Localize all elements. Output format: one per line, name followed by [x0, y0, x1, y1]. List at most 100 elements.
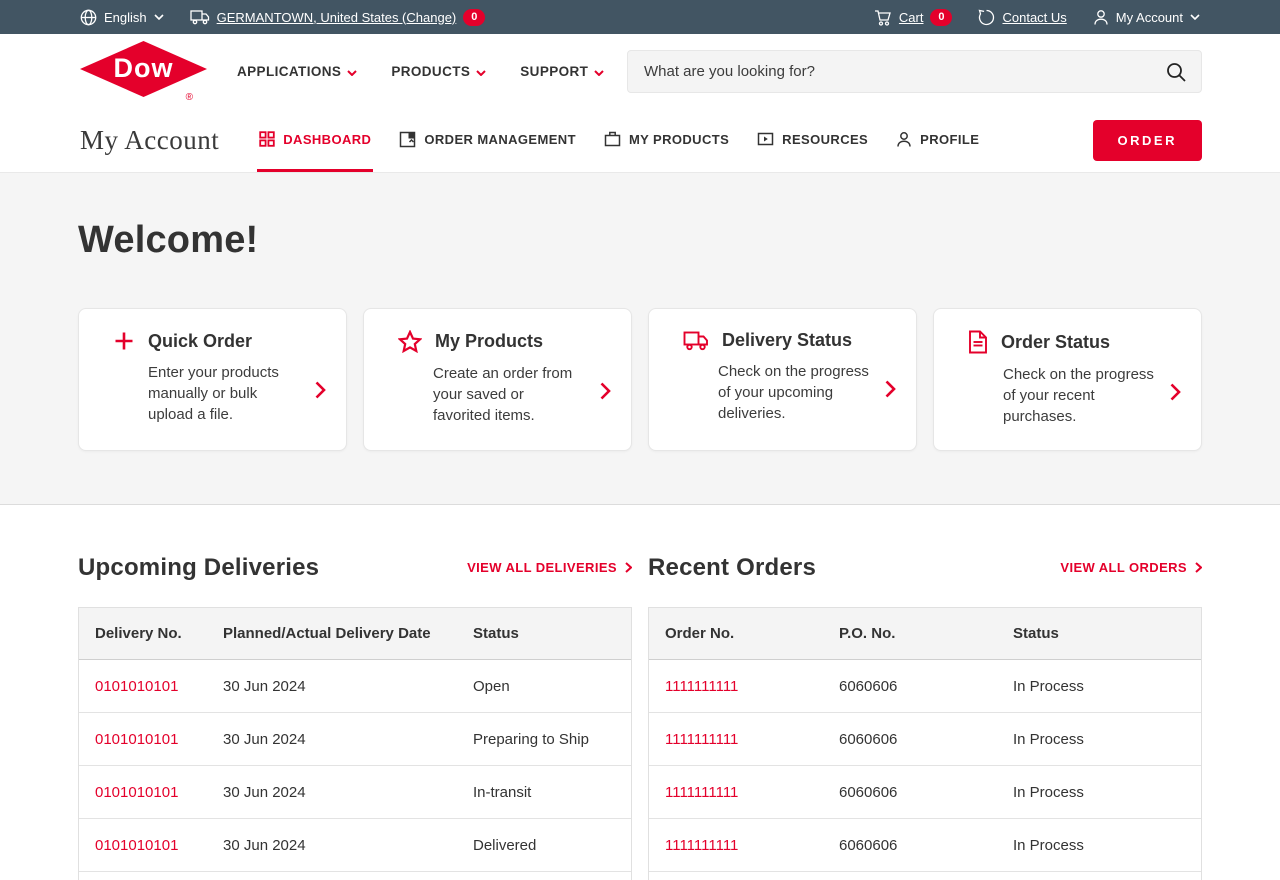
card-title: Delivery Status [722, 330, 852, 351]
tab-order-management[interactable]: ORDER MANAGEMENT [397, 109, 578, 172]
table-row: 0101010101 30 Jun 2024 Delivered [79, 819, 631, 872]
status-value: In Process [997, 784, 1201, 801]
status-value: In Process [997, 837, 1201, 854]
tab-my-products[interactable]: MY PRODUCTS [602, 109, 731, 172]
search-icon[interactable] [1165, 61, 1187, 83]
account-nav: My Account DASHBOARD ORDER MANAGEMENT [0, 109, 1280, 173]
view-all-deliveries-link[interactable]: VIEW ALL DELIVERIES [467, 560, 632, 575]
table-row: 1111111111 6060606 In Process [649, 660, 1201, 713]
card-description: Check on the progress of your recent pur… [1003, 364, 1155, 427]
person-icon [1093, 9, 1109, 26]
search-input[interactable] [644, 63, 1165, 80]
star-icon [398, 330, 422, 353]
table-row: 1111111111 6060606 In Process [649, 819, 1201, 872]
card-description: Check on the progress of your upcoming d… [718, 361, 870, 424]
order-number-link[interactable]: 1111111111 [649, 837, 823, 854]
plus-icon [113, 330, 135, 352]
truck-icon [190, 9, 210, 25]
card-quick-order[interactable]: Quick Order Enter your products manually… [78, 308, 347, 451]
orders-header-row: Order No. P.O. No. Status [649, 608, 1201, 660]
card-order-status[interactable]: Order Status Check on the progress of yo… [933, 308, 1202, 451]
language-label: English [104, 10, 147, 25]
site-search [627, 50, 1202, 93]
account-label: My Account [1116, 10, 1183, 25]
chevron-down-icon [347, 70, 357, 76]
card-title: Order Status [1001, 332, 1110, 353]
chevron-right-icon [625, 562, 632, 573]
status-value: In Process [997, 678, 1201, 695]
delivery-number-link[interactable]: 0101010101 [79, 678, 207, 695]
status-value: In Process [997, 731, 1201, 748]
welcome-heading: Welcome! [78, 219, 1202, 262]
deliveries-heading: Upcoming Deliveries [78, 554, 319, 582]
upcoming-deliveries-section: Upcoming Deliveries VIEW ALL DELIVERIES … [78, 553, 632, 880]
orders-table: Order No. P.O. No. Status 1111111111 606… [648, 607, 1202, 880]
language-selector[interactable]: English [80, 9, 164, 26]
status-value: In-transit [457, 784, 631, 801]
table-row: 1111111111 6060606 In Process [649, 766, 1201, 819]
chevron-right-icon [885, 380, 896, 398]
recent-orders-section: Recent Orders VIEW ALL ORDERS Order No. … [648, 553, 1202, 880]
status-value: Open [457, 678, 631, 695]
order-number-link[interactable]: 1111111111 [649, 678, 823, 695]
chevron-right-icon [600, 382, 611, 400]
table-row: 0101010101 30 Jun 2024 In-transit [79, 766, 631, 819]
tab-profile[interactable]: PROFILE [894, 109, 981, 172]
registered-mark: ® [186, 92, 193, 103]
order-button[interactable]: ORDER [1093, 120, 1202, 161]
delivery-number-link[interactable]: 0101010101 [79, 784, 207, 801]
contact-us[interactable]: Contact Us [978, 9, 1066, 26]
nav-item-applications[interactable]: APPLICATIONS [237, 64, 357, 79]
table-row [649, 872, 1201, 880]
dashboard-tables: Upcoming Deliveries VIEW ALL DELIVERIES … [0, 505, 1280, 880]
cart-icon [874, 9, 892, 26]
chevron-down-icon [154, 14, 164, 20]
truck-icon [683, 330, 709, 351]
status-value: Preparing to Ship [457, 731, 631, 748]
view-all-orders-link[interactable]: VIEW ALL ORDERS [1060, 560, 1202, 575]
dow-logo-word: Dow [80, 41, 207, 97]
main-header: Dow ® APPLICATIONS PRODUCTS SUPPORT [0, 34, 1280, 109]
ship-to-location[interactable]: GERMANTOWN, United States (Change) 0 [190, 9, 486, 26]
cart-link[interactable]: Cart [899, 10, 924, 25]
table-row: 1111111111 6060606 In Process [649, 713, 1201, 766]
shortcut-cards: Quick Order Enter your products manually… [78, 308, 1202, 451]
contact-link[interactable]: Contact Us [1002, 10, 1066, 25]
delivery-number-link[interactable]: 0101010101 [79, 837, 207, 854]
chevron-right-icon [1195, 562, 1202, 573]
card-description: Enter your products manually or bulk upl… [148, 362, 300, 425]
my-account-menu[interactable]: My Account [1093, 9, 1200, 26]
chevron-down-icon [594, 70, 604, 76]
orders-heading: Recent Orders [648, 554, 816, 582]
card-description: Create an order from your saved or favor… [433, 363, 585, 426]
nav-item-products[interactable]: PRODUCTS [391, 64, 486, 79]
tab-dashboard[interactable]: DASHBOARD [257, 109, 373, 172]
card-delivery-status[interactable]: Delivery Status Check on the progress of… [648, 308, 917, 451]
top-utility-bar: English GERMANTOWN, United States (Chang… [0, 0, 1280, 34]
chat-icon [978, 9, 995, 26]
card-title: Quick Order [148, 331, 252, 352]
order-number-link[interactable]: 1111111111 [649, 784, 823, 801]
table-row: 0101010101 30 Jun 2024 Open [79, 660, 631, 713]
chevron-down-icon [1190, 14, 1200, 20]
location-link[interactable]: GERMANTOWN, United States (Change) [217, 10, 457, 25]
chevron-right-icon [1170, 383, 1181, 401]
card-title: My Products [435, 331, 543, 352]
document-icon [968, 330, 988, 354]
welcome-section: Welcome! Quick Order Enter your products… [0, 173, 1280, 505]
card-my-products[interactable]: My Products Create an order from your sa… [363, 308, 632, 451]
chevron-right-icon [315, 381, 326, 399]
order-number-link[interactable]: 1111111111 [649, 731, 823, 748]
delivery-number-link[interactable]: 0101010101 [79, 731, 207, 748]
deliveries-table: Delivery No. Planned/Actual Delivery Dat… [78, 607, 632, 880]
table-row: 0101010101 30 Jun 2024 Preparing to Ship [79, 713, 631, 766]
person-icon [896, 131, 912, 148]
video-play-icon [757, 132, 774, 146]
cart[interactable]: Cart 0 [874, 9, 953, 26]
table-row [79, 872, 631, 880]
account-tabs: DASHBOARD ORDER MANAGEMENT MY PRODUCTS [257, 109, 981, 172]
nav-item-support[interactable]: SUPPORT [520, 64, 604, 79]
tab-resources[interactable]: RESOURCES [755, 109, 870, 172]
location-badge: 0 [463, 9, 485, 26]
dow-logo[interactable]: Dow ® [80, 41, 207, 103]
